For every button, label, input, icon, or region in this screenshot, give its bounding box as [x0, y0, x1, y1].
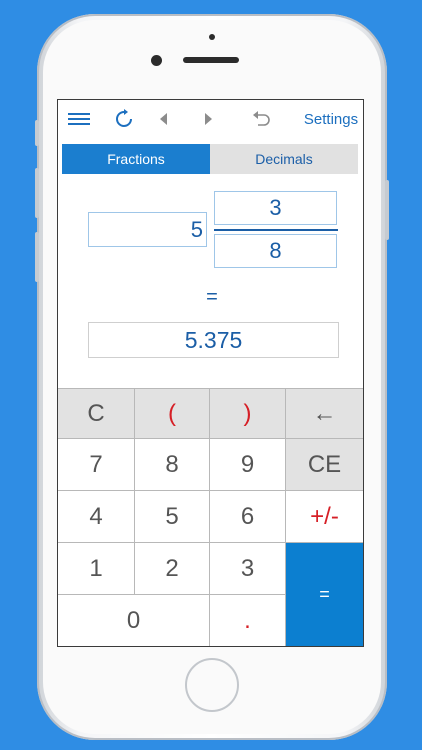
clear-button[interactable]: C [58, 388, 135, 439]
front-camera [151, 55, 162, 66]
volume-down-button [35, 232, 39, 282]
toolbar: Settings [58, 100, 363, 140]
volume-up-button [35, 168, 39, 218]
home-button[interactable] [185, 658, 239, 712]
menu-icon[interactable] [66, 108, 92, 130]
key-9[interactable]: 9 [210, 439, 286, 491]
forward-arrow-icon[interactable] [200, 108, 216, 130]
numerator-input[interactable]: 3 [214, 191, 337, 225]
key-2[interactable]: 2 [135, 543, 210, 595]
decimal-point-button[interactable]: . [210, 595, 286, 646]
proximity-sensor [209, 34, 215, 40]
key-5[interactable]: 5 [135, 491, 210, 543]
key-4[interactable]: 4 [58, 491, 135, 543]
key-6[interactable]: 6 [210, 491, 286, 543]
whole-number-input[interactable]: 5 [88, 212, 207, 247]
key-7[interactable]: 7 [58, 439, 135, 491]
close-paren-button[interactable]: ) [210, 388, 286, 439]
settings-button[interactable]: Settings [302, 108, 360, 130]
equals-button[interactable]: = [286, 543, 363, 646]
power-button [385, 180, 389, 240]
app-screen: Settings Fractions Decimals 5 3 8 = 5.37… [57, 99, 364, 647]
backspace-button[interactable]: ← [286, 388, 363, 439]
key-1[interactable]: 1 [58, 543, 135, 595]
clear-entry-button[interactable]: CE [286, 439, 363, 491]
undo-icon[interactable] [250, 108, 272, 130]
fraction-bar [214, 229, 338, 231]
tab-fractions[interactable]: Fractions [62, 144, 210, 174]
mode-tabs: Fractions Decimals [62, 144, 358, 174]
back-arrow-icon[interactable] [156, 108, 172, 130]
open-paren-button[interactable]: ( [135, 388, 210, 439]
denominator-input[interactable]: 8 [214, 234, 337, 268]
equals-label: = [206, 286, 218, 308]
refresh-icon[interactable] [112, 108, 136, 130]
tab-decimals[interactable]: Decimals [210, 144, 358, 174]
result-display: 5.375 [88, 322, 339, 358]
key-8[interactable]: 8 [135, 439, 210, 491]
mute-switch [35, 120, 39, 146]
key-0[interactable]: 0 [58, 595, 210, 646]
key-3[interactable]: 3 [210, 543, 286, 595]
earpiece-speaker [183, 57, 239, 63]
plus-minus-button[interactable]: +/- [286, 491, 363, 543]
keypad: C ( ) ← 7 8 9 CE 4 5 6 +/- 1 2 3 = 0 . [58, 388, 363, 646]
